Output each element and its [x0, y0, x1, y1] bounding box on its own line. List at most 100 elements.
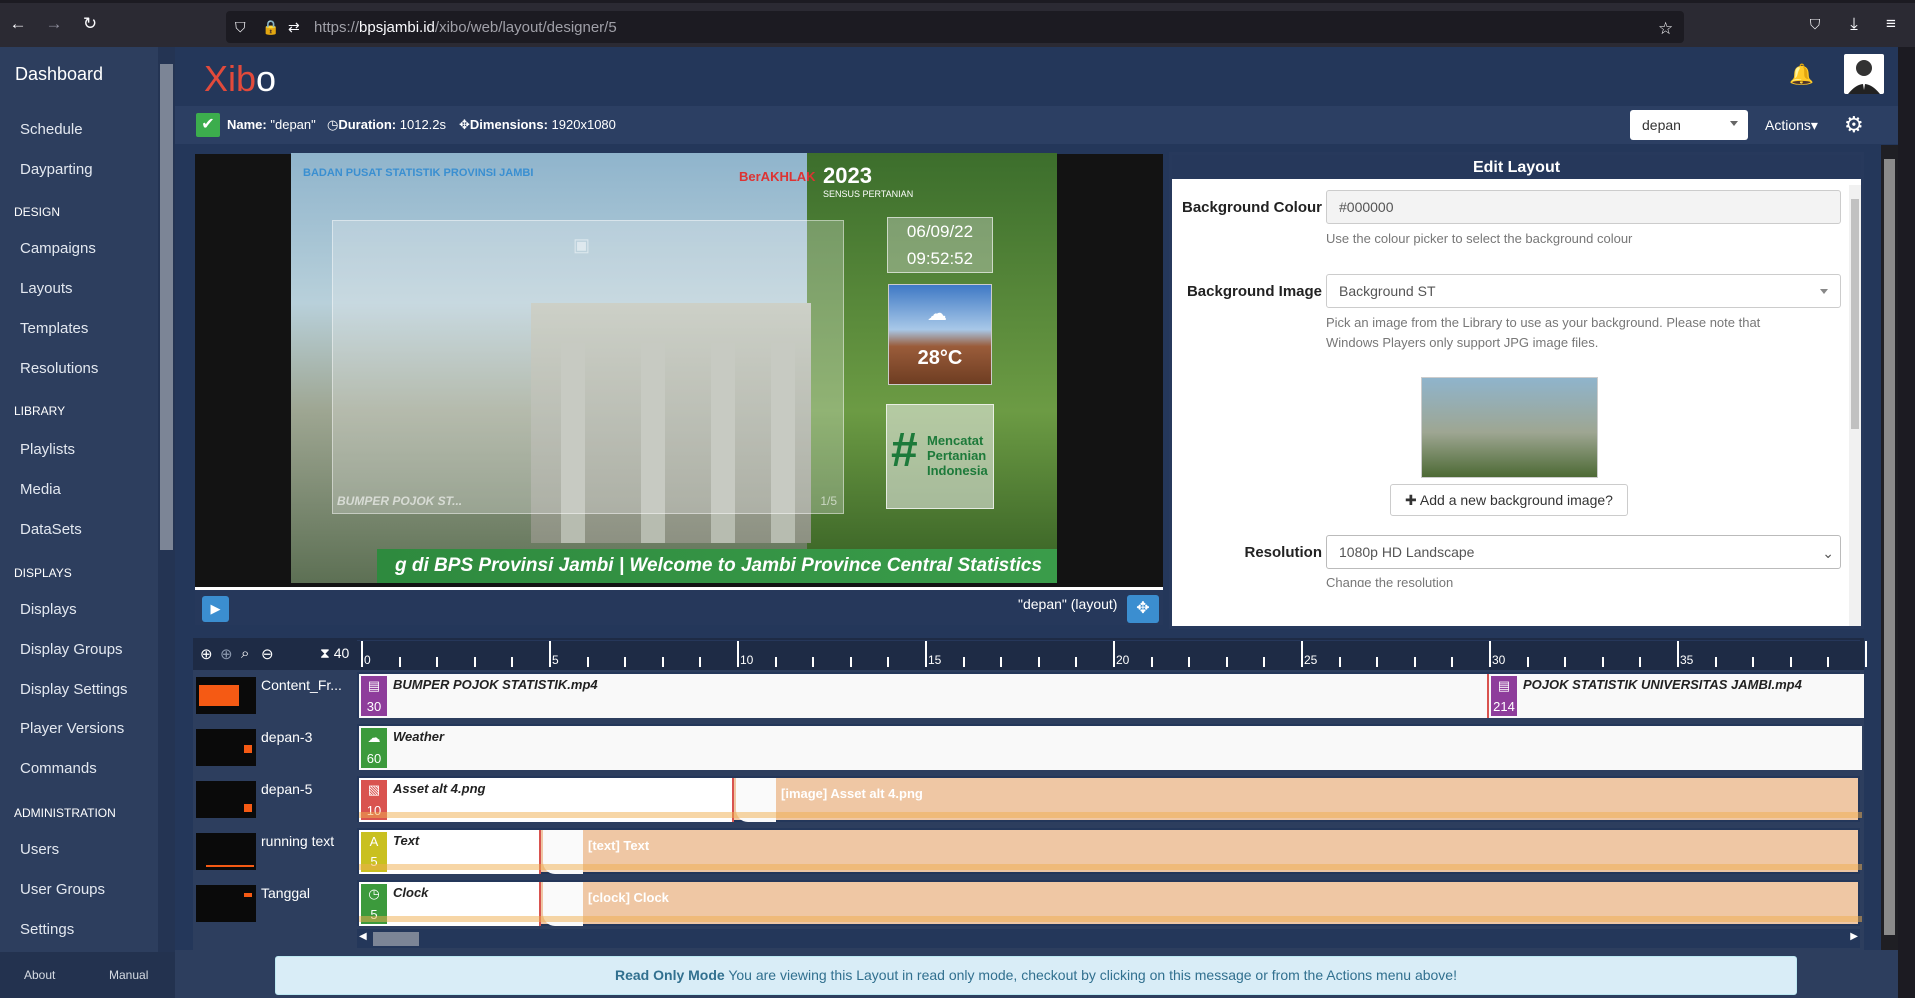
timeline-ruler[interactable]: 0 5 10 15 20 25 30 35 [357, 640, 1867, 667]
checkmark-icon[interactable]: ✔ [196, 113, 220, 137]
region-track[interactable]: ☁ 60 Weather [357, 724, 1862, 770]
sidebar-section-design: DESIGN [14, 205, 61, 219]
zoom-reset-icon[interactable]: ⊕ [220, 645, 233, 663]
reload-icon[interactable]: ↻ [81, 15, 99, 33]
sidebar-item-media[interactable]: Media [20, 481, 61, 498]
panel-scrollbar[interactable] [1849, 185, 1861, 626]
back-icon[interactable]: ← [9, 15, 27, 33]
resolution-select[interactable]: 1080p HD Landscape ⌄ [1326, 535, 1841, 569]
sidebar-item-settings[interactable]: Settings [20, 921, 74, 938]
sidebar-title-dashboard[interactable]: Dashboard [15, 64, 103, 85]
notification-bell-icon[interactable]: 🔔 [1789, 62, 1814, 87]
page-scrollbar-thumb[interactable] [1884, 159, 1895, 935]
widget-block[interactable]: ▤ 30 BUMPER POJOK STATISTIK.mp4 [359, 674, 1489, 718]
sidebar-item-campaigns[interactable]: Campaigns [20, 240, 96, 257]
ruler-label: 20 [1116, 653, 1130, 667]
scroll-left-icon[interactable]: ◀ [359, 931, 367, 942]
ruler-tick [1037, 657, 1040, 667]
sidebar-item-playlists[interactable]: Playlists [20, 441, 75, 458]
region-track[interactable]: ▧ 10 Asset alt 4.png [image] Asset alt 4.pn… [357, 776, 1862, 822]
sidebar-item-layouts[interactable]: Layouts [20, 280, 73, 297]
ruler-tick [473, 657, 476, 667]
bps-logo: BADAN PUSAT STATISTIK PROVINSI JAMBI [303, 167, 534, 179]
region-weather[interactable]: ☁ 28°C [888, 284, 992, 385]
zoom-fit-icon[interactable]: ⌕ [241, 645, 249, 662]
region-thumbnail[interactable] [196, 781, 256, 818]
region-thumbnail[interactable] [196, 729, 256, 766]
sidebar-item-commands[interactable]: Commands [20, 760, 97, 777]
widget-block[interactable]: ▤ 214 POJOK STATISTIK UNIVERSITAS JAMBI.mp… [1489, 674, 1864, 718]
widget-name: Weather [393, 729, 445, 744]
widget-type-icon: ▤ [367, 678, 381, 693]
move-icon[interactable]: ✥ [1127, 595, 1159, 623]
page-scrollbar[interactable] [1881, 145, 1898, 950]
bg-image-select[interactable]: Background ST [1326, 274, 1841, 308]
zoom-out-icon[interactable]: ⊖ [261, 645, 274, 663]
sidebar-item-user-groups[interactable]: User Groups [20, 881, 105, 898]
widget-block[interactable]: ☁ 60 Weather [359, 726, 1862, 770]
widget-name: Asset alt 4.png [393, 781, 486, 796]
zoom-in-icon[interactable]: ⊕ [200, 645, 213, 663]
ruler-tick [624, 657, 627, 667]
layout-preview[interactable]: BADAN PUSAT STATISTIK PROVINSI JAMBI Ber… [291, 153, 1057, 583]
region-name[interactable]: depan-3 [261, 729, 312, 745]
sidebar-item-templates[interactable]: Templates [20, 320, 88, 337]
bg-colour-input[interactable]: #000000 [1326, 190, 1841, 224]
sidebar-item-display-groups[interactable]: Display Groups [20, 641, 123, 658]
region-hashtag-image[interactable]: # Mencatat Pertanian Indonesia [886, 404, 994, 509]
sidebar-item-displays[interactable]: Displays [20, 601, 77, 618]
url-text[interactable]: https://bpsjambi.id/xibo/web/layout/desi… [314, 19, 617, 36]
region-name[interactable]: Content_Fr... [261, 677, 342, 693]
region-clock[interactable]: 06/09/22 09:52:52 [887, 217, 993, 273]
xibo-logo[interactable]: Xibo [204, 58, 276, 100]
gear-icon[interactable]: ⚙ [1844, 112, 1864, 138]
ruler-tick [962, 657, 965, 667]
scroll-right-icon[interactable]: ▶ [1850, 931, 1858, 942]
timeline-row: depan-3 ☁ 60 Weather [193, 722, 1864, 772]
add-background-image-button[interactable]: ✚ Add a new background image? [1390, 484, 1628, 516]
sidebar-item-users[interactable]: Users [20, 841, 59, 858]
region-name[interactable]: Tanggal [261, 885, 310, 901]
region-thumbnail[interactable] [196, 833, 256, 870]
panel-scrollbar-thumb[interactable] [1851, 199, 1859, 429]
sidebar-item-display-settings[interactable]: Display Settings [20, 681, 128, 698]
shield-icon[interactable]: ⛉ [235, 19, 246, 36]
sidebar-item-player-versions[interactable]: Player Versions [20, 720, 124, 737]
region-track[interactable]: ◷ 5 Clock [clock] Clock [357, 880, 1862, 926]
timeline-scrollbar-thumb[interactable] [373, 932, 419, 946]
lock-icon[interactable]: 🔒 [262, 19, 279, 36]
permissions-icon[interactable]: ⇄ [288, 19, 300, 36]
user-avatar[interactable] [1844, 54, 1884, 94]
sidebar-item-dayparting[interactable]: Dayparting [20, 161, 93, 178]
sidebar-item-resolutions[interactable]: Resolutions [20, 360, 98, 377]
url-bar[interactable]: ⛉ 🔒 ⇄ https://bpsjambi.id/xibo/web/layou… [226, 11, 1684, 43]
widget-repeat-label: [image] Asset alt 4.png [781, 786, 923, 801]
forward-icon[interactable]: → [45, 15, 63, 33]
menu-icon[interactable]: ≡ [1882, 15, 1900, 33]
sensus-logo: 2023 SENSUS PERTANIAN [823, 163, 914, 199]
region-thumbnail[interactable] [196, 885, 256, 922]
sidebar-scrollbar-thumb[interactable] [160, 64, 173, 550]
region-content-frame[interactable]: ▣ BUMPER POJOK ST... 1/5 [332, 220, 844, 514]
widget-name: Clock [393, 885, 429, 900]
pocket-icon[interactable]: ⛉ [1806, 15, 1824, 33]
region-track[interactable]: ▤ 30 BUMPER POJOK STATISTIK.mp4 ▤ 214 POJOK S… [357, 672, 1864, 718]
read-only-banner[interactable]: Read Only Mode You are viewing this Layo… [275, 956, 1797, 995]
timeline-scrollbar[interactable]: ◀ ▶ [357, 929, 1860, 948]
manual-link[interactable]: Manual [109, 968, 148, 982]
actions-menu-button[interactable]: Actions▾ [1765, 117, 1818, 134]
about-link[interactable]: About [24, 968, 55, 982]
region-running-text[interactable]: g di BPS Provinsi Jambi | Welcome to Jam… [377, 549, 1057, 583]
region-thumbnail[interactable] [196, 677, 256, 714]
bookmark-star-icon[interactable]: ☆ [1658, 19, 1673, 39]
sidebar-item-datasets[interactable]: DataSets [20, 521, 82, 538]
play-icon[interactable]: ▶ [202, 596, 229, 622]
download-icon[interactable]: ⤓ [1845, 15, 1863, 33]
region-track[interactable]: A 5 Text [text] Text [357, 828, 1862, 874]
layout-select[interactable]: depan [1630, 110, 1748, 140]
region-name[interactable]: running text [261, 833, 334, 849]
bg-image-help: Pick an image from the Library to use as… [1326, 315, 1761, 350]
ruler-tick [1413, 657, 1416, 667]
sidebar-item-schedule[interactable]: Schedule [20, 121, 83, 138]
region-name[interactable]: depan-5 [261, 781, 312, 797]
